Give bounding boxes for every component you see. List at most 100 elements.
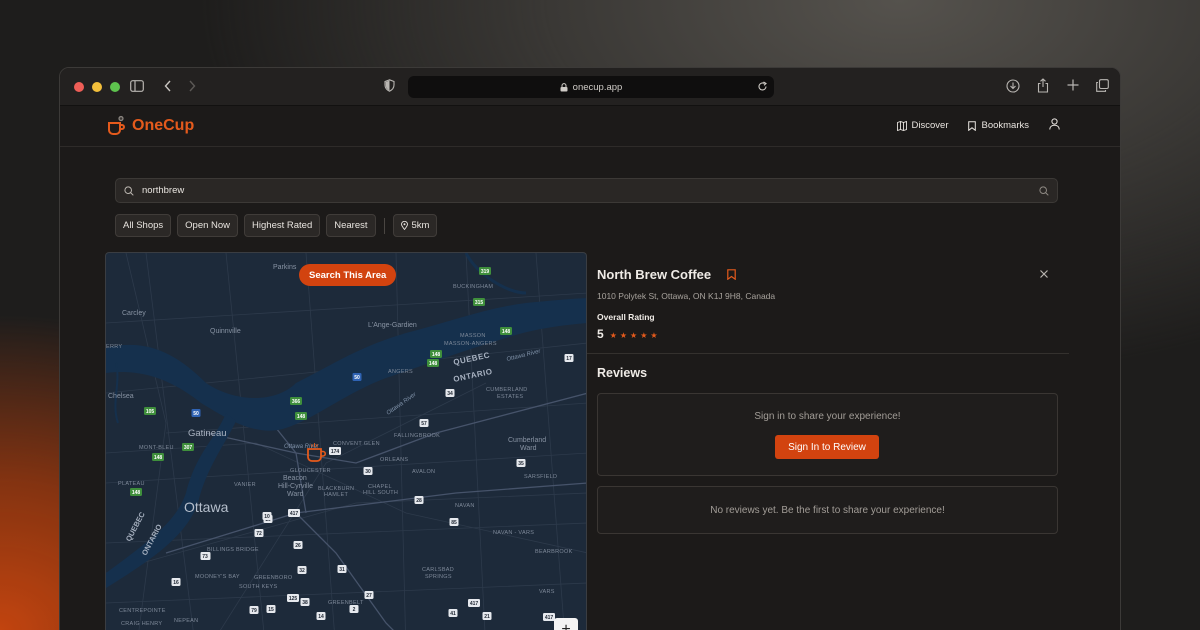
- rating-row: 5 ★★★★★: [597, 327, 661, 341]
- svg-text:148: 148: [502, 329, 511, 335]
- route-shield: 15: [266, 605, 276, 613]
- route-shield: 26: [293, 541, 303, 549]
- zoom-window-button[interactable]: [110, 81, 120, 92]
- svg-text:34: 34: [447, 391, 453, 397]
- reload-icon[interactable]: [757, 81, 768, 95]
- rating-stars: ★★★★★: [609, 331, 661, 340]
- route-shield: 57: [419, 419, 429, 427]
- map-label: Chelsea: [108, 393, 134, 400]
- forward-icon[interactable]: [188, 80, 196, 92]
- map-label: NEPEAN: [174, 618, 198, 624]
- share-icon[interactable]: [1037, 78, 1049, 93]
- route-shield: 148: [130, 488, 142, 496]
- search-this-area-button[interactable]: Search This Area: [299, 264, 397, 286]
- map-label: HILL SOUTH: [363, 490, 398, 496]
- bookmark-shop-icon[interactable]: [727, 267, 736, 285]
- zoom-in-button[interactable]: +: [554, 618, 578, 630]
- svg-text:417: 417: [470, 601, 479, 607]
- route-shield: 315: [473, 298, 485, 306]
- map-label: Quinnville: [210, 328, 241, 335]
- map-label: Ottawa River: [506, 348, 542, 362]
- map-label: ONTARIO: [453, 367, 494, 384]
- search-input[interactable]: northbrew: [142, 185, 1039, 196]
- svg-text:307: 307: [184, 445, 193, 451]
- map-label: Ward: [520, 445, 537, 452]
- url-text: onecup.app: [572, 81, 623, 93]
- minimize-window-button[interactable]: [92, 81, 102, 92]
- svg-text:15: 15: [268, 607, 274, 613]
- svg-text:21: 21: [484, 614, 490, 620]
- svg-text:125: 125: [289, 596, 298, 602]
- route-shield: 28: [414, 496, 424, 504]
- map-label: Beacon: [283, 475, 307, 482]
- address-bar[interactable]: onecup.app: [408, 76, 774, 98]
- svg-text:174: 174: [331, 449, 340, 455]
- route-shield: 50: [191, 409, 201, 417]
- svg-text:50: 50: [193, 411, 199, 417]
- svg-text:38: 38: [302, 600, 308, 606]
- route-shield: 417: [288, 509, 300, 517]
- privacy-shield-icon[interactable]: [384, 79, 395, 92]
- map-label: BEARBROOK: [535, 549, 573, 555]
- filter-distance[interactable]: 5km: [392, 214, 438, 237]
- rating-label: Overall Rating: [597, 312, 655, 322]
- map-label: Hill-Cyrville: [278, 483, 313, 490]
- map-label: Gatineau: [188, 428, 227, 439]
- sign-in-to-review-button[interactable]: Sign In to Review: [775, 435, 879, 459]
- new-tab-icon[interactable]: [1067, 79, 1079, 91]
- sidebar-toggle-icon[interactable]: [130, 80, 144, 92]
- svg-text:10: 10: [264, 514, 270, 520]
- map-label: HAMLET: [324, 492, 348, 498]
- route-shield: 148: [430, 350, 442, 358]
- svg-text:366: 366: [292, 399, 301, 405]
- user-account-icon[interactable]: [1049, 118, 1060, 133]
- close-window-button[interactable]: [74, 81, 84, 92]
- tab-overview-icon[interactable]: [1096, 79, 1109, 92]
- map-label: BUCKINGHAM: [453, 284, 493, 290]
- map-view[interactable]: .sm{fill:#8893a3;font-size:7px;font-fami…: [105, 252, 587, 630]
- svg-text:148: 148: [429, 361, 438, 367]
- map-label: GREENBELT: [328, 600, 364, 606]
- map-label: L'Ange-Gardien: [368, 322, 417, 329]
- close-panel-icon[interactable]: [1039, 267, 1049, 282]
- brand-logo[interactable]: OneCup: [106, 115, 194, 137]
- filter-highest-rated[interactable]: Highest Rated: [244, 214, 321, 237]
- route-shield: 35: [516, 459, 526, 467]
- map-label: SOUTH KEYS: [239, 584, 277, 590]
- filter-nearest[interactable]: Nearest: [326, 214, 376, 237]
- map-label: CARLSBAD: [422, 567, 454, 573]
- svg-text:35: 35: [518, 461, 524, 467]
- map-label: GLOUCESTER: [290, 468, 331, 474]
- signin-prompt: Sign in to share your experience!: [754, 411, 901, 422]
- svg-text:28: 28: [416, 498, 422, 504]
- svg-text:73: 73: [202, 554, 208, 560]
- browser-titlebar: onecup.app: [60, 68, 1120, 106]
- map-label: SPRINGS: [425, 574, 452, 580]
- map-label: AVALON: [412, 469, 435, 475]
- route-shield: 366: [290, 397, 302, 405]
- route-shield: 79: [249, 606, 259, 614]
- route-shield: 50: [352, 373, 362, 381]
- map-label: VARS: [539, 589, 555, 595]
- svg-text:148: 148: [432, 352, 441, 358]
- nav-bookmarks[interactable]: Bookmarks: [968, 120, 1029, 131]
- search-submit-icon[interactable]: [1039, 185, 1049, 196]
- search-icon: [124, 185, 134, 196]
- back-icon[interactable]: [164, 80, 172, 92]
- filter-open-now[interactable]: Open Now: [177, 214, 239, 237]
- svg-text:148: 148: [154, 455, 163, 461]
- map-label: MOONEY'S BAY: [195, 574, 240, 580]
- map-label: ESTATES: [497, 394, 523, 400]
- filter-divider: [383, 217, 385, 234]
- svg-text:30: 30: [365, 469, 371, 475]
- route-shield: 30: [363, 467, 373, 475]
- search-bar[interactable]: northbrew: [115, 178, 1058, 203]
- browser-window: onecup.app OneCup Discover Bookmarks nor…: [59, 67, 1121, 630]
- svg-text:41: 41: [450, 611, 456, 617]
- map-canvas[interactable]: .sm{fill:#8893a3;font-size:7px;font-fami…: [106, 253, 587, 630]
- section-divider: [587, 353, 1069, 354]
- map-label: ANGERS: [388, 369, 413, 375]
- filter-all-shops[interactable]: All Shops: [115, 214, 172, 237]
- nav-discover[interactable]: Discover: [896, 120, 948, 131]
- downloads-icon[interactable]: [1006, 79, 1020, 93]
